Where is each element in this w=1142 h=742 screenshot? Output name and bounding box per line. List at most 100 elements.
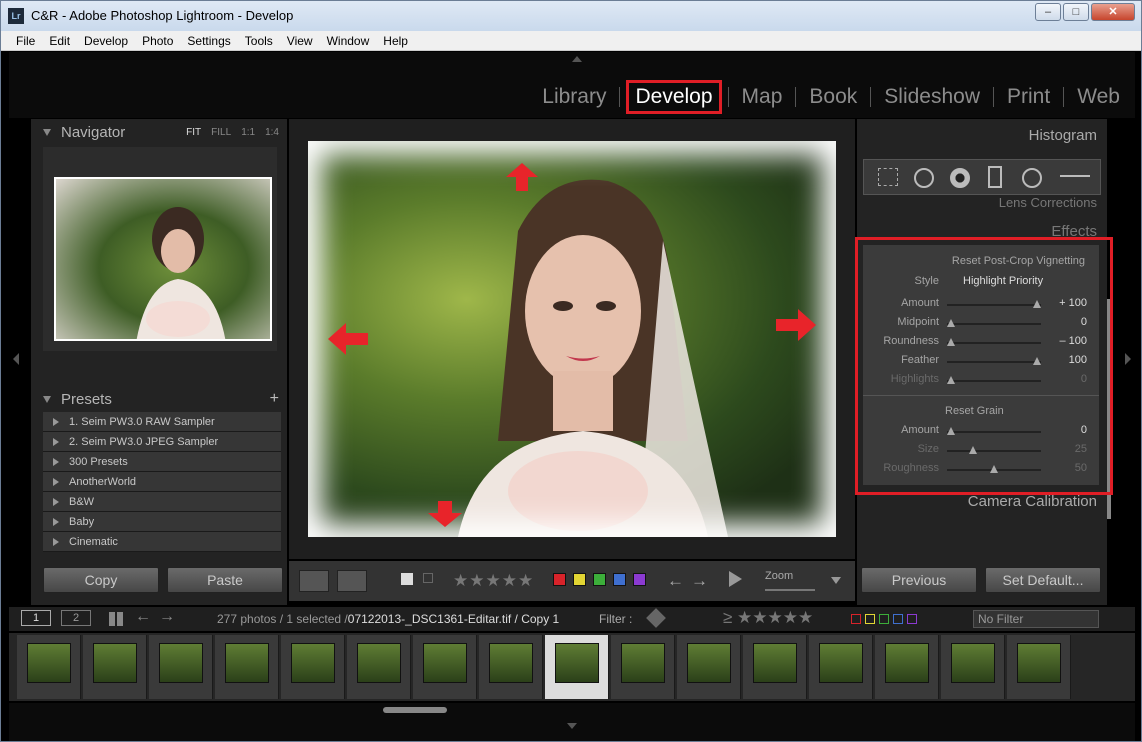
filmstrip-thumbnail[interactable] (17, 635, 81, 699)
next-arrow-icon[interactable]: → (691, 571, 708, 591)
preset-folder[interactable]: B&W (43, 492, 281, 512)
blue-filter-swatch[interactable] (893, 614, 903, 624)
collapse-right-icon[interactable] (1125, 353, 1131, 365)
midpoint-slider[interactable] (947, 319, 1041, 327)
second-window-button[interactable]: 2 (61, 610, 91, 626)
radial-filter-icon[interactable] (1022, 168, 1042, 188)
minimize-button[interactable]: – (1035, 3, 1061, 21)
flag-icon[interactable] (401, 573, 413, 585)
filmstrip-thumbnail[interactable] (347, 635, 411, 699)
red-filter-swatch[interactable] (851, 614, 861, 624)
collapse-top-icon[interactable] (572, 56, 582, 62)
reset-vignetting-label[interactable]: Reset Post-Crop Vignetting (952, 255, 1085, 267)
toolbar-menu-icon[interactable] (831, 577, 841, 584)
filmstrip-thumbnail[interactable] (215, 635, 279, 699)
nav-1-1[interactable]: 1:1 (241, 127, 255, 138)
adjustment-brush-icon[interactable] (1060, 175, 1090, 177)
menu-help[interactable]: Help (376, 31, 415, 50)
histogram-header[interactable]: Histogram (1029, 127, 1097, 144)
menu-view[interactable]: View (280, 31, 320, 50)
camera-calibration-header[interactable]: Camera Calibration (968, 493, 1097, 510)
color-label-blue[interactable] (613, 573, 626, 586)
menu-tools[interactable]: Tools (238, 31, 280, 50)
preset-folder[interactable]: 300 Presets (43, 452, 281, 472)
star-rating[interactable]: ★★★★★ (453, 571, 534, 591)
lens-corrections-header[interactable]: Lens Corrections (999, 195, 1097, 210)
filmstrip-thumbnail[interactable] (941, 635, 1005, 699)
red-eye-icon[interactable] (950, 168, 970, 188)
file-name[interactable]: 07122013-_DSC1361-Editar.tif / Copy 1 (348, 612, 559, 626)
slider-knob[interactable] (947, 319, 955, 327)
crop-tool-icon[interactable] (878, 168, 898, 186)
preset-folder[interactable]: AnotherWorld (43, 472, 281, 492)
navigator-header[interactable]: Navigator FIT FILL 1:1 1:4 (31, 119, 287, 145)
collapse-left-icon[interactable] (13, 353, 19, 365)
filmstrip-thumbnail[interactable] (809, 635, 873, 699)
navigator-preview[interactable] (43, 147, 277, 351)
green-filter-swatch[interactable] (879, 614, 889, 624)
filmstrip-thumbnail[interactable] (875, 635, 939, 699)
filter-dropdown[interactable]: No Filter (973, 610, 1099, 628)
presets-header[interactable]: Presets + (31, 387, 287, 411)
graduated-filter-icon[interactable] (988, 166, 1002, 188)
amount-slider[interactable] (947, 300, 1041, 308)
preset-folder[interactable]: 1. Seim PW3.0 RAW Sampler (43, 412, 281, 432)
color-label-yellow[interactable] (573, 573, 586, 586)
rating-filter[interactable]: ≥ ★★★★★ (723, 608, 813, 628)
slider-knob[interactable] (947, 427, 955, 435)
forward-arrow-icon[interactable]: → (159, 608, 175, 626)
roundness-slider[interactable] (947, 338, 1041, 346)
menu-photo[interactable]: Photo (135, 31, 180, 50)
filmstrip-thumbnail[interactable] (743, 635, 807, 699)
filmstrip-thumbnail[interactable] (413, 635, 477, 699)
nav-fill[interactable]: FILL (211, 127, 231, 138)
menu-file[interactable]: File (9, 31, 42, 50)
preset-folder[interactable]: Baby (43, 512, 281, 532)
highlights-slider[interactable] (947, 376, 1041, 384)
yellow-filter-swatch[interactable] (865, 614, 875, 624)
menu-develop[interactable]: Develop (77, 31, 135, 50)
filmstrip-thumbnail[interactable] (479, 635, 543, 699)
copy-button[interactable]: Copy (43, 567, 159, 593)
slider-knob[interactable] (947, 376, 955, 384)
color-label-red[interactable] (553, 573, 566, 586)
module-slideshow[interactable]: Slideshow (877, 85, 987, 109)
add-preset-icon[interactable]: + (270, 390, 279, 408)
slider-knob[interactable] (1033, 300, 1041, 308)
module-book[interactable]: Book (802, 85, 864, 109)
reject-flag-icon[interactable] (423, 573, 433, 583)
set-default-button[interactable]: Set Default... (985, 567, 1101, 593)
module-web[interactable]: Web (1070, 85, 1127, 109)
previous-button[interactable]: Previous (861, 567, 977, 593)
grain-amount-slider[interactable] (947, 427, 1041, 435)
color-label-purple[interactable] (633, 573, 646, 586)
collapse-bottom-icon[interactable] (567, 723, 577, 729)
main-window-button[interactable]: 1 (21, 610, 51, 626)
loupe-view-button[interactable] (299, 570, 329, 592)
style-dropdown[interactable]: Highlight Priority (963, 275, 1043, 287)
maximize-button[interactable]: □ (1063, 3, 1089, 21)
module-map[interactable]: Map (735, 85, 790, 109)
filmstrip-thumbnail[interactable] (83, 635, 147, 699)
grid-icon[interactable] (109, 612, 123, 626)
back-arrow-icon[interactable]: ← (135, 608, 151, 626)
menu-settings[interactable]: Settings (180, 31, 237, 50)
module-print[interactable]: Print (1000, 85, 1057, 109)
preset-folder[interactable]: Cinematic (43, 532, 281, 552)
nav-1-4[interactable]: 1:4 (265, 127, 279, 138)
slider-knob[interactable] (990, 465, 998, 473)
nav-fit[interactable]: FIT (186, 127, 201, 138)
filmstrip-thumbnail-selected[interactable] (545, 635, 609, 699)
menu-edit[interactable]: Edit (42, 31, 77, 50)
feather-slider[interactable] (947, 357, 1041, 365)
filmstrip-thumbnail[interactable] (149, 635, 213, 699)
spot-removal-icon[interactable] (914, 168, 934, 188)
play-icon[interactable] (729, 571, 742, 587)
before-after-button[interactable] (337, 570, 367, 592)
filmstrip-thumbnail[interactable] (611, 635, 675, 699)
filmstrip-thumbnail[interactable] (281, 635, 345, 699)
slider-knob[interactable] (1033, 357, 1041, 365)
grain-roughness-slider[interactable] (947, 465, 1041, 473)
filmstrip-thumbnail[interactable] (1007, 635, 1071, 699)
navigator-thumbnail[interactable] (54, 177, 272, 341)
